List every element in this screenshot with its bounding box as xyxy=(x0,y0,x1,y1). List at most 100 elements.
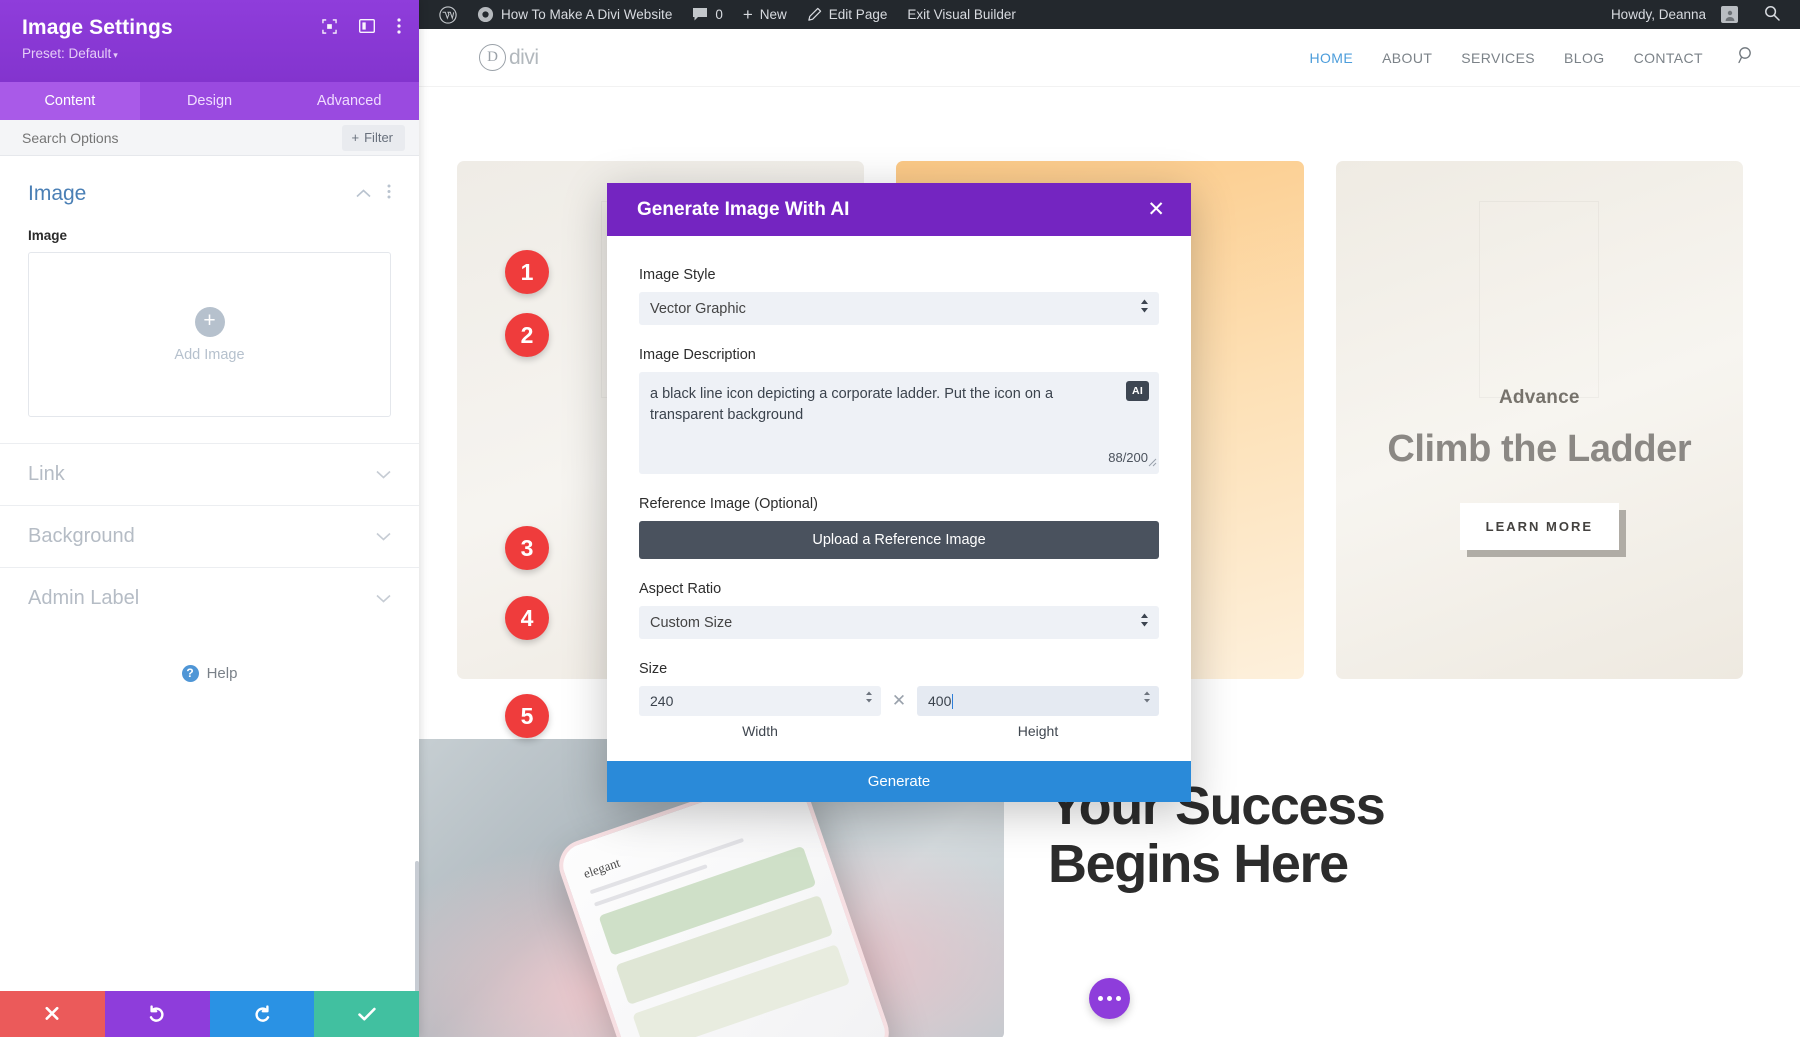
promo-card-3[interactable]: Advance Climb the Ladder LEARN MORE xyxy=(1335,161,1743,679)
nav-link-home[interactable]: HOME xyxy=(1309,50,1353,66)
filter-label: Filter xyxy=(364,130,393,145)
comments-button[interactable]: 0 xyxy=(682,0,733,29)
caption-gap xyxy=(881,723,917,739)
panel-scrollbar[interactable] xyxy=(415,861,419,991)
settings-tabs: Content Design Advanced xyxy=(0,82,419,120)
nav-link-services[interactable]: SERVICES xyxy=(1461,50,1535,66)
site-search-icon[interactable] xyxy=(1736,45,1756,70)
filter-button[interactable]: + Filter xyxy=(341,125,405,151)
card-learn-more-button[interactable]: LEARN MORE xyxy=(1459,503,1620,551)
help-link[interactable]: ? Help xyxy=(0,665,419,682)
image-style-select[interactable]: Vector Graphic xyxy=(639,292,1159,325)
site-name-button[interactable]: How To Make A Divi Website xyxy=(467,0,682,29)
select-arrows-icon xyxy=(1140,613,1149,627)
stepper-arrows-icon[interactable] xyxy=(1143,691,1151,703)
section-more-vertical-icon[interactable] xyxy=(387,184,391,204)
dot-icon xyxy=(1116,996,1121,1001)
sidebar-item-link[interactable]: Link xyxy=(0,443,419,505)
image-description-label: Image Description xyxy=(639,347,756,363)
pencil-icon xyxy=(808,7,821,21)
avatar xyxy=(1721,6,1738,23)
search-input[interactable] xyxy=(0,129,260,146)
nav-link-about[interactable]: ABOUT xyxy=(1382,50,1432,66)
aspect-ratio-select[interactable]: Custom Size xyxy=(639,606,1159,639)
redo-button[interactable] xyxy=(209,991,315,1037)
preset-selector[interactable]: Preset: Default ▾ xyxy=(22,46,399,61)
size-label: Size xyxy=(639,661,668,677)
generate-image-modal-wrapper: Generate Image With AI ✕ Image Style Vec… xyxy=(607,183,1191,851)
sidebar-item-background[interactable]: Background xyxy=(0,505,419,567)
divi-logo-word: divi xyxy=(509,45,539,69)
plus-circle-icon: + xyxy=(194,306,225,337)
chevron-down-icon xyxy=(376,528,391,546)
wordpress-logo-button[interactable] xyxy=(429,0,467,29)
modal-body: Image Style Vector Graphic Image Descrip… xyxy=(607,236,1191,761)
ai-assist-icon[interactable]: AI xyxy=(1126,381,1149,401)
section-image-header[interactable]: Image xyxy=(28,182,391,206)
step-badge-4: 4 xyxy=(505,596,549,640)
site-header: D divi HOME ABOUT SERVICES BLOG CONTACT xyxy=(419,29,1800,86)
tab-advanced[interactable]: Advanced xyxy=(279,82,419,120)
character-counter: 88/200 xyxy=(1108,449,1148,465)
section-image: Image Image + Add Image xyxy=(0,156,419,417)
reference-image-field: Reference Image (Optional) Upload a Refe… xyxy=(639,496,1159,559)
chevron-down-icon xyxy=(376,590,391,608)
select-arrows-icon xyxy=(1140,299,1149,313)
wordpress-icon xyxy=(439,5,457,24)
stepper-arrows-icon[interactable] xyxy=(865,691,873,703)
edit-page-button[interactable]: Edit Page xyxy=(797,0,898,29)
focus-icon[interactable] xyxy=(322,18,337,34)
more-vertical-icon[interactable] xyxy=(397,18,401,34)
settings-panel-body: Image Image + Add Image Link Background … xyxy=(0,156,419,991)
width-input[interactable]: 240 xyxy=(639,686,881,716)
help-label: Help xyxy=(206,665,238,682)
nav-link-blog[interactable]: BLOG xyxy=(1564,50,1605,66)
admin-search-button[interactable] xyxy=(1748,5,1792,24)
close-icon xyxy=(45,1006,59,1020)
step-badge-2: 2 xyxy=(505,313,549,357)
divi-logo[interactable]: D divi xyxy=(479,44,539,71)
edit-page-label: Edit Page xyxy=(828,7,888,22)
site-name-label: How To Make A Divi Website xyxy=(501,7,673,22)
height-caption: Height xyxy=(1017,723,1059,739)
admin-bar-right: Howdy, Deanna xyxy=(1601,0,1800,29)
plus-icon: + xyxy=(742,4,753,24)
tab-content[interactable]: Content xyxy=(0,82,140,120)
generate-button[interactable]: Generate xyxy=(607,761,1191,802)
page-settings-fab[interactable] xyxy=(1089,978,1130,1019)
new-content-button[interactable]: + New xyxy=(733,0,797,29)
comment-icon xyxy=(693,8,708,21)
help-icon: ? xyxy=(181,665,199,682)
upload-reference-image-button[interactable]: Upload a Reference Image xyxy=(639,521,1159,559)
admin-bar-left: How To Make A Divi Website 0 + New Edit … xyxy=(419,0,1026,29)
section-label: Link xyxy=(28,463,65,485)
collapsed-sections: Link Background Admin Label xyxy=(0,443,419,629)
nav-link-contact[interactable]: CONTACT xyxy=(1634,50,1703,66)
size-separator-icon: ✕ xyxy=(891,691,907,710)
image-style-value: Vector Graphic xyxy=(650,300,746,317)
image-style-label: Image Style xyxy=(639,267,716,283)
tab-design[interactable]: Design xyxy=(140,82,280,120)
chevron-up-icon[interactable] xyxy=(356,185,371,203)
discard-button[interactable] xyxy=(0,991,105,1037)
sidebar-item-admin-label[interactable]: Admin Label xyxy=(0,567,419,629)
add-image-dropzone[interactable]: + Add Image xyxy=(28,252,391,417)
height-input[interactable]: 400 xyxy=(917,686,1159,716)
close-icon[interactable]: ✕ xyxy=(1147,199,1165,220)
layout-icon[interactable] xyxy=(358,18,376,34)
check-icon xyxy=(357,1007,376,1021)
add-image-label: Add Image xyxy=(174,346,245,363)
settings-panel-header: Image Settings Preset: Default ▾ xyxy=(0,0,419,82)
generate-image-modal: Generate Image With AI ✕ Image Style Vec… xyxy=(607,183,1191,802)
modal-header: Generate Image With AI ✕ xyxy=(607,183,1191,236)
save-button[interactable] xyxy=(314,991,419,1037)
size-captions: Width Height xyxy=(639,723,1159,739)
width-value: 240 xyxy=(650,693,674,709)
exit-visual-builder-button[interactable]: Exit Visual Builder xyxy=(897,0,1026,29)
site-nav: HOME ABOUT SERVICES BLOG CONTACT xyxy=(1309,45,1756,70)
aspect-ratio-field: Aspect Ratio Custom Size xyxy=(639,581,1159,639)
user-account-button[interactable]: Howdy, Deanna xyxy=(1601,0,1748,29)
undo-button[interactable] xyxy=(104,991,210,1037)
image-description-textarea[interactable]: a black line icon depicting a corporate … xyxy=(639,372,1159,474)
resize-grip-icon[interactable] xyxy=(1147,457,1157,473)
